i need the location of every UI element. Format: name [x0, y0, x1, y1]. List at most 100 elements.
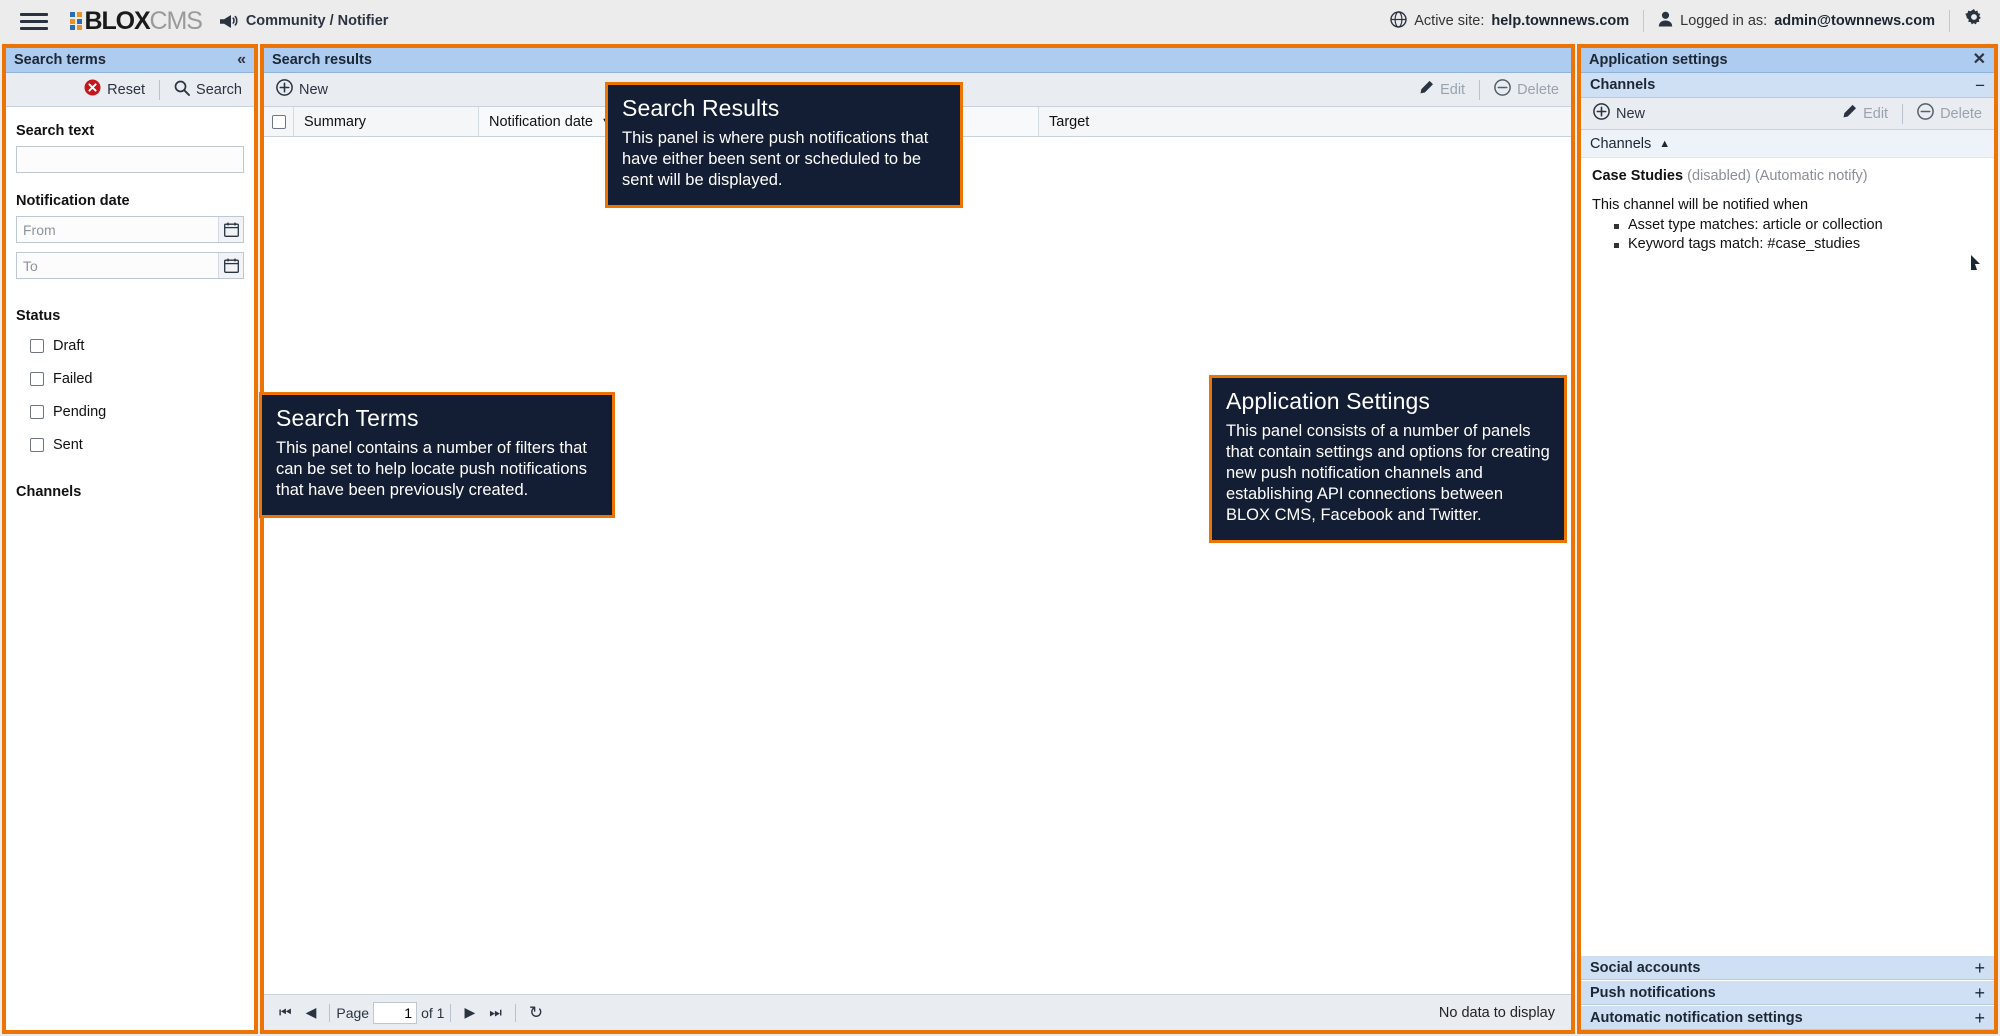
channel-entry[interactable]: Case Studies (disabled) (Automatic notif…	[1592, 168, 1983, 184]
collapse-section-icon[interactable]: −	[1975, 77, 1985, 94]
callout-title: Search Results	[622, 95, 780, 121]
column-label-notification-date: Notification date	[489, 113, 593, 130]
search-button[interactable]: Search	[170, 80, 246, 100]
edit-channel-button[interactable]: Edit	[1837, 104, 1892, 124]
column-label-summary: Summary	[304, 113, 367, 130]
top-bar-right: Active site: help.townnews.com Logged in…	[1390, 9, 1984, 33]
notify-rule: Asset type matches: article or collectio…	[1614, 217, 1983, 233]
hamburger-menu-icon[interactable]	[20, 9, 48, 34]
status-checkbox-draft[interactable]: Draft	[30, 338, 244, 354]
accordion-label-social-accounts: Social accounts	[1590, 959, 1701, 976]
expand-icon[interactable]: +	[1974, 1009, 1985, 1027]
edit-label: Edit	[1440, 81, 1466, 98]
results-pager: ⏮ ◀ Page of 1 ▶ ⏭ ↻ No data to display	[264, 994, 1571, 1030]
search-label: Search	[196, 81, 242, 98]
checkbox-icon[interactable]	[30, 339, 44, 353]
last-page-icon[interactable]: ⏭	[482, 1004, 509, 1021]
accordion-push-notifications[interactable]: Push notifications +	[1581, 980, 1994, 1005]
status-checkbox-failed[interactable]: Failed	[30, 371, 244, 387]
status-label: Status	[16, 308, 61, 324]
callout-body: This panel consists of a number of panel…	[1226, 422, 1550, 524]
search-text-input[interactable]	[16, 146, 244, 173]
megaphone-icon	[219, 14, 239, 29]
new-label: New	[299, 81, 329, 98]
callout-title: Search Terms	[276, 405, 419, 431]
gear-icon[interactable]	[1964, 9, 1984, 33]
checkbox-icon[interactable]	[30, 438, 44, 452]
status-checkbox-pending[interactable]: Pending	[30, 404, 244, 420]
reset-icon	[84, 79, 101, 100]
logged-in-user[interactable]: Logged in as: admin@townnews.com	[1658, 11, 1935, 31]
divider	[1949, 10, 1950, 32]
notify-rule: Keyword tags match: #case_studies	[1614, 236, 1983, 252]
new-channel-button[interactable]: New	[1589, 103, 1649, 124]
logo-cms: CMS	[149, 6, 203, 35]
close-icon[interactable]: ✕	[1973, 52, 1986, 68]
minus-circle-icon	[1494, 79, 1511, 100]
logged-in-value: admin@townnews.com	[1774, 13, 1935, 29]
calendar-icon[interactable]	[218, 217, 243, 242]
divider	[329, 1003, 331, 1022]
checkbox-icon[interactable]	[30, 405, 44, 419]
resize-grip-icon[interactable]	[1968, 253, 1984, 276]
accordion-automatic-notification-settings[interactable]: Automatic notification settings +	[1581, 1005, 1994, 1030]
delete-channel-button[interactable]: Delete	[1913, 103, 1986, 124]
calendar-icon[interactable]	[218, 253, 243, 278]
top-bar: BLOXCMS Community / Notifier Active site…	[0, 0, 2000, 42]
select-all-cell[interactable]	[264, 107, 294, 136]
application-settings-title-bar: Application settings ✕	[1581, 48, 1994, 73]
search-results-title: Search results	[272, 52, 372, 68]
divider	[159, 79, 161, 100]
checkbox-icon[interactable]	[30, 372, 44, 386]
date-to-row	[16, 252, 244, 279]
channels-toolbar: New Edit Delete	[1581, 98, 1994, 130]
plus-circle-icon	[1593, 103, 1610, 124]
accordion-social-accounts[interactable]: Social accounts +	[1581, 955, 1994, 980]
logo-wordmark: BLOXCMS	[85, 6, 203, 36]
collapse-panel-icon[interactable]: «	[237, 52, 246, 68]
channel-notify-intro: This channel will be notified when	[1592, 197, 1809, 213]
edit-button[interactable]: Edit	[1414, 80, 1469, 100]
column-header-target[interactable]: Target	[1039, 107, 1571, 136]
channels-section-header[interactable]: Channels −	[1581, 73, 1994, 98]
delete-label: Delete	[1517, 81, 1559, 98]
search-text-label: Search text	[16, 123, 95, 139]
divider	[514, 1003, 516, 1022]
next-page-icon[interactable]: ▶	[457, 1004, 482, 1021]
delete-button[interactable]: Delete	[1490, 79, 1563, 100]
date-from-input[interactable]	[16, 216, 244, 243]
expand-icon[interactable]: +	[1974, 984, 1985, 1002]
column-header-summary[interactable]: Summary	[294, 107, 479, 136]
date-to-input[interactable]	[16, 252, 244, 279]
active-site[interactable]: Active site: help.townnews.com	[1390, 10, 1630, 32]
callout-search-terms: Search Terms This panel contains a numbe…	[259, 392, 615, 518]
status-label-pending: Pending	[53, 404, 107, 420]
refresh-icon[interactable]: ↻	[522, 1003, 550, 1023]
plus-circle-icon	[276, 79, 293, 100]
select-all-checkbox-icon[interactable]	[271, 114, 286, 129]
caret-up-icon[interactable]: ▲	[1659, 138, 1670, 150]
reset-button[interactable]: Reset	[80, 79, 149, 100]
channels-list-header[interactable]: Channels ▲	[1581, 130, 1994, 158]
app-name-label: Community / Notifier	[245, 13, 389, 29]
date-from-row	[16, 216, 244, 243]
status-checkbox-sent[interactable]: Sent	[30, 437, 244, 453]
blox-cms-logo: BLOXCMS	[70, 6, 203, 36]
delete-channel-label: Delete	[1940, 105, 1982, 122]
notification-date-label: Notification date	[16, 193, 130, 209]
new-notification-button[interactable]: New	[272, 79, 332, 100]
status-label-draft: Draft	[53, 338, 85, 354]
active-site-value: help.townnews.com	[1491, 13, 1630, 29]
page-number-input[interactable]	[373, 1001, 418, 1024]
first-page-icon[interactable]: ⏮	[272, 1004, 299, 1021]
expand-icon[interactable]: +	[1974, 959, 1985, 977]
prev-page-icon[interactable]: ◀	[299, 1004, 324, 1021]
callout-search-results: Search Results This panel is where push …	[605, 82, 963, 208]
page-of-label: of 1	[421, 1004, 445, 1021]
globe-icon	[1390, 10, 1407, 32]
column-label-target: Target	[1049, 113, 1090, 130]
divider	[1902, 103, 1904, 124]
page-label: Page	[336, 1004, 370, 1021]
callout-body: This panel contains a number of filters …	[276, 439, 587, 499]
